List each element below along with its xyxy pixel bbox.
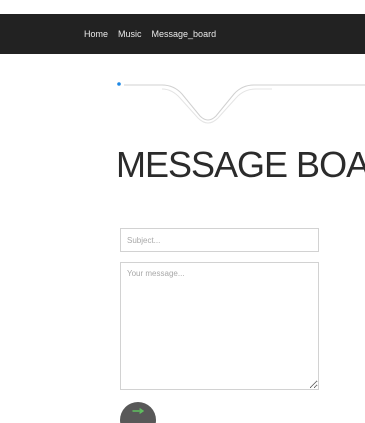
message-textarea[interactable] xyxy=(120,262,319,390)
page: Home Music Message_board MESSAGE BOARD xyxy=(0,0,365,423)
submit-button[interactable] xyxy=(120,402,156,423)
arrow-icon xyxy=(132,408,144,414)
page-title: MESSAGE BOARD xyxy=(116,144,365,185)
divider-wave-line-shadow xyxy=(161,88,272,124)
top-strip xyxy=(0,0,365,14)
decorative-wave-divider-icon xyxy=(117,82,365,124)
nav-message-board-link[interactable]: Message_board xyxy=(152,29,217,39)
divider-wave-line xyxy=(124,84,365,121)
navbar: Home Music Message_board xyxy=(0,14,365,54)
nav-links: Home Music Message_board xyxy=(84,14,226,54)
divider-dot-icon xyxy=(117,82,121,86)
nav-home-link[interactable]: Home xyxy=(84,29,108,39)
nav-music-link[interactable]: Music xyxy=(118,29,142,39)
subject-input[interactable] xyxy=(120,228,319,252)
